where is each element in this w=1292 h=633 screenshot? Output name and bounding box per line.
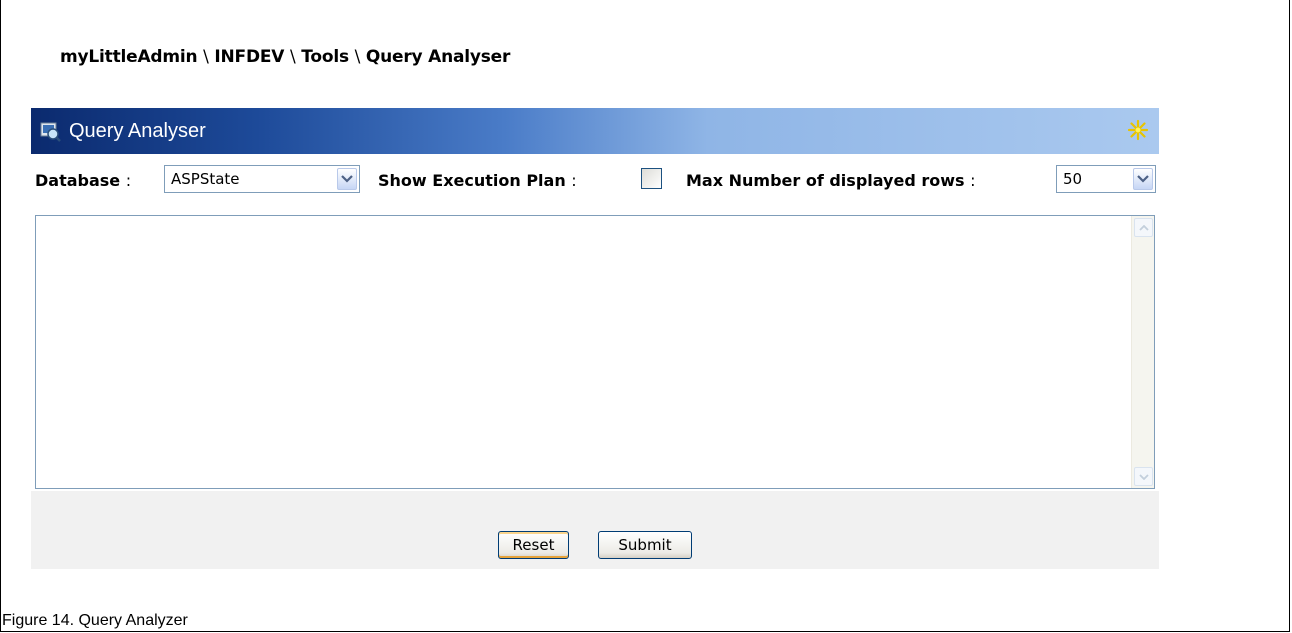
query-editor [35, 215, 1155, 489]
scroll-down-button[interactable] [1134, 467, 1153, 486]
database-label: Database : [35, 171, 132, 190]
breadcrumb-item-tools[interactable]: Tools [301, 47, 349, 67]
panel-footer: Reset Submit [31, 491, 1159, 569]
breadcrumb-separator: \ [203, 47, 209, 67]
chevron-down-icon[interactable] [337, 168, 357, 190]
database-select-value: ASPState [171, 170, 240, 188]
breadcrumb-item-current: Query Analyser [365, 47, 511, 67]
query-analyser-panel: Query Analyser Database : ASPState Show … [31, 108, 1159, 569]
execution-plan-checkbox[interactable] [641, 168, 662, 189]
reset-button[interactable]: Reset [498, 531, 569, 559]
max-rows-select[interactable]: 50 [1056, 165, 1156, 193]
chevron-down-icon[interactable] [1133, 168, 1153, 190]
breadcrumb-item-server[interactable]: INFDEV [214, 47, 284, 67]
breadcrumb: myLittleAdmin \ INFDEV \ Tools \ Query A… [60, 47, 510, 67]
breadcrumb-item-app[interactable]: myLittleAdmin [60, 47, 198, 67]
query-scrollbar[interactable] [1131, 216, 1154, 488]
submit-button[interactable]: Submit [598, 531, 692, 559]
panel-title-bar: Query Analyser [31, 108, 1159, 154]
max-rows-select-value: 50 [1063, 170, 1083, 188]
breadcrumb-separator: \ [354, 47, 361, 67]
query-options-toolbar: Database : ASPState Show Execution Plan … [31, 154, 1159, 208]
panel-title: Query Analyser [69, 119, 206, 142]
scroll-up-button[interactable] [1134, 218, 1153, 237]
max-rows-label: Max Number of displayed rows : [686, 171, 976, 190]
execution-plan-label: Show Execution Plan : [378, 171, 577, 190]
figure-caption: Figure 14. Query Analyzer [2, 612, 188, 629]
star-icon[interactable] [1127, 119, 1149, 141]
query-analyser-icon [39, 120, 61, 142]
breadcrumb-separator: \ [289, 47, 296, 67]
database-select[interactable]: ASPState [164, 165, 360, 193]
query-textarea[interactable] [36, 216, 1132, 488]
